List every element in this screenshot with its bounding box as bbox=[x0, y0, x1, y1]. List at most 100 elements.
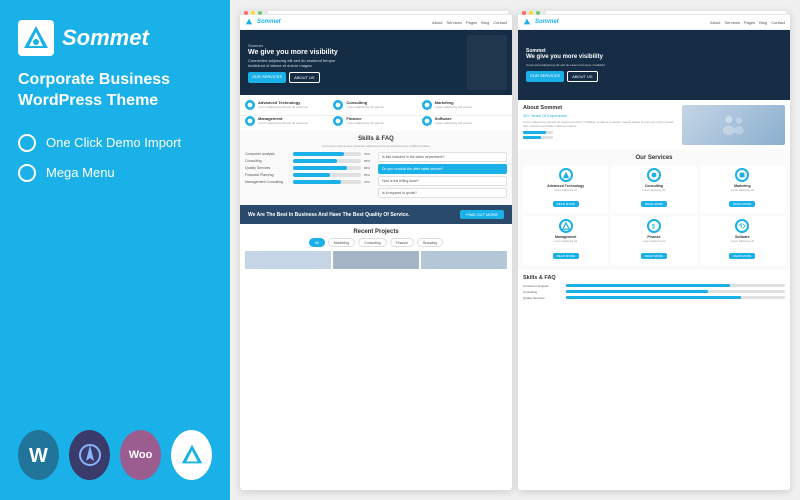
hero-subtitle-2: We give you more visibility bbox=[526, 54, 605, 62]
hero-btns-2: OUR SERVICES ABOUT US bbox=[526, 71, 605, 82]
hero-desc-1: Connected adipiscing elit sed do eiusmod… bbox=[248, 58, 348, 68]
skills2-row-2: Consulting bbox=[523, 290, 785, 294]
theme-title-line1: Corporate Business bbox=[18, 70, 212, 91]
feature-text-finance: Finance Lorem adipiscing elit sed do bbox=[346, 116, 383, 126]
logo-icon bbox=[18, 20, 54, 56]
feature-software: Software Lorem adipiscing elit sed do bbox=[422, 116, 507, 126]
about-bar-2 bbox=[523, 136, 553, 139]
preview-nav-1: Sommet About Services Pages Blog Contact bbox=[240, 15, 512, 30]
skills-faq-container: Consumer analysis 75% Consulting 65% Qua… bbox=[245, 152, 507, 200]
service-btn-finance-2[interactable]: READ MORE bbox=[641, 253, 667, 259]
service-btn-marketing-2[interactable]: READ MORE bbox=[729, 201, 755, 207]
tag-marketing[interactable]: Marketing bbox=[328, 238, 355, 247]
feature-desc-consulting: Lorem adipiscing elit sed do bbox=[346, 106, 383, 110]
skill-row-financial: Financial Planning 55% bbox=[245, 173, 374, 177]
tag-branding[interactable]: Branding bbox=[417, 238, 443, 247]
feature-icon-finance bbox=[333, 116, 343, 126]
skills2-bar-bg-2 bbox=[566, 290, 785, 293]
feature-icon-management bbox=[245, 116, 255, 126]
preview-hero-text-1: Sommet We give you more visibility Conne… bbox=[248, 43, 348, 83]
skill-bar-fill-mgmt bbox=[293, 180, 341, 184]
project-thumb-3 bbox=[421, 251, 507, 269]
hero-btn1-1[interactable]: OUR SERVICES bbox=[248, 72, 286, 83]
faq-item-4[interactable]: Is it required to quote? bbox=[378, 188, 507, 198]
faq-item-3[interactable]: How is the billing done? bbox=[378, 176, 507, 186]
service-icon-advanced bbox=[559, 168, 573, 182]
skill-bar-bg-consumer bbox=[293, 152, 361, 156]
min-dot bbox=[251, 11, 255, 15]
feature-management: Management Lorem adipiscing elit sed do … bbox=[245, 116, 330, 126]
hero-btn2-1[interactable]: ABOUT US bbox=[289, 72, 319, 83]
service-finance-2: $ Finance Lorem adipiscing elit READ MOR… bbox=[611, 216, 696, 264]
project-thumb-1 bbox=[245, 251, 331, 269]
nav-link-services: Services bbox=[447, 20, 462, 25]
service-btn-software-2[interactable]: READ MORE bbox=[729, 253, 755, 259]
hero-btns-1: OUR SERVICES ABOUT US bbox=[248, 72, 348, 83]
tag-finance[interactable]: Finance bbox=[390, 238, 414, 247]
skill-label-quality: Quality Services bbox=[245, 166, 290, 170]
preview-logo-icon-1 bbox=[245, 18, 253, 26]
preview-projects-1: Recent Projects All Marketing Consulting… bbox=[240, 224, 512, 274]
service-btn-management-2[interactable]: READ MORE bbox=[553, 253, 579, 259]
service-name-marketing-2: Marketing bbox=[703, 184, 782, 188]
projects-title-1: Recent Projects bbox=[245, 229, 507, 235]
badge-woocommerce[interactable]: Woo bbox=[120, 430, 161, 480]
min-dot-2 bbox=[529, 11, 533, 15]
service-desc-software-2: Lorem adipiscing elit bbox=[703, 240, 782, 243]
skill-bar-bg-quality bbox=[293, 166, 361, 170]
tag-all[interactable]: All bbox=[309, 238, 325, 247]
feature-text-advanced: Advanced Technology Lorem adipiscing eli… bbox=[258, 100, 307, 110]
service-btn-advanced[interactable]: READ MORE bbox=[553, 201, 579, 207]
feature-desc-software: Lorem adipiscing elit sed do bbox=[435, 122, 472, 126]
tag-consulting[interactable]: Consulting bbox=[358, 238, 387, 247]
feature-icon-mega bbox=[18, 164, 36, 182]
skill-row-consulting: Consulting 65% bbox=[245, 159, 374, 163]
hero-desc-2: Connected adipiscing elit sed do eiusmod… bbox=[526, 63, 605, 67]
feature-text-software: Software Lorem adipiscing elit sed do bbox=[435, 116, 472, 126]
service-btn-consulting-2[interactable]: READ MORE bbox=[641, 201, 667, 207]
feature-icon-marketing bbox=[422, 100, 432, 110]
badge-wordpress[interactable]: W bbox=[18, 430, 59, 480]
service-marketing-2: Marketing Lorem adipiscing elit READ MOR… bbox=[700, 165, 785, 213]
url-bar-2 bbox=[546, 11, 786, 14]
about-text-col: About Sommet 20+ Years Of Experience Lor… bbox=[523, 105, 678, 145]
skill-pct-quality: 80% bbox=[364, 166, 374, 170]
service-icon-management-2 bbox=[559, 219, 573, 233]
skill-row-quality: Quality Services 80% bbox=[245, 166, 374, 170]
close-dot-2 bbox=[522, 11, 526, 15]
hero-btn1-2[interactable]: OUR SERVICES bbox=[526, 71, 564, 82]
skill-label-consulting: Consulting bbox=[245, 159, 290, 163]
feature-advanced: Advanced Technology Lorem adipiscing eli… bbox=[245, 100, 330, 110]
skills2-title: Skills & FAQ bbox=[523, 275, 785, 281]
service-icon-finance-2: $ bbox=[647, 219, 661, 233]
hero-btn2-2[interactable]: ABOUT US bbox=[567, 71, 597, 82]
faq-item-2[interactable]: Do you conduct the after sales service? bbox=[378, 164, 507, 174]
preview-nav-logo-1: Sommet bbox=[257, 19, 281, 25]
feature-marketing: Marketing Lorem adipiscing elit sed do bbox=[422, 100, 507, 110]
badge-summit[interactable] bbox=[171, 430, 212, 480]
about-bar-fill-1 bbox=[523, 131, 546, 134]
preview-logo-icon-2 bbox=[523, 18, 531, 26]
cta-btn-1[interactable]: FIND OUT MORE bbox=[460, 210, 504, 219]
feature-icon-consulting bbox=[333, 100, 343, 110]
preview-nav-links-1: About Services Pages Blog Contact bbox=[432, 20, 507, 25]
service-advanced: Advanced Technology Lorem adipiscing eli… bbox=[523, 165, 608, 213]
nav-link-pages: Pages bbox=[466, 20, 477, 25]
feature-icon-advanced bbox=[245, 100, 255, 110]
skill-label-mgmt: Management Consulting bbox=[245, 180, 290, 184]
feature-text-marketing: Marketing Lorem adipiscing elit sed do bbox=[435, 100, 472, 110]
service-name-consulting-2: Consulting bbox=[614, 184, 693, 188]
skills2-bar-fill-1 bbox=[566, 284, 730, 287]
about-desc: Lorem adipiscing elit sed do eiusmod tem… bbox=[523, 120, 678, 128]
preview-features-row2: Management Lorem adipiscing elit sed do … bbox=[240, 115, 512, 131]
faq-item-1[interactable]: Is this included in the sales department… bbox=[378, 152, 507, 162]
badge-avada[interactable] bbox=[69, 430, 110, 480]
skill-row-mgmt: Management Consulting 70% bbox=[245, 180, 374, 184]
about-title: About Sommet bbox=[523, 105, 678, 111]
preview-hero-text-2: Sommet We give you more visibility Conne… bbox=[526, 48, 605, 83]
service-desc-finance-2: Lorem adipiscing elit bbox=[614, 240, 693, 243]
max-dot bbox=[258, 11, 262, 15]
skills2-bar-bg-3 bbox=[566, 296, 785, 299]
nav2-link-services: Services bbox=[725, 20, 740, 25]
faq-col: Is this included in the sales department… bbox=[378, 152, 507, 200]
